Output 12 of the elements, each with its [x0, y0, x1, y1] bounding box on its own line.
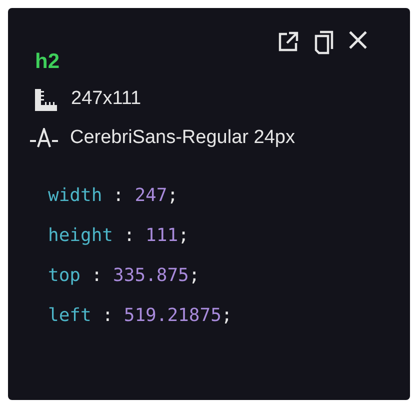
ruler-icon: [35, 88, 57, 110]
copy-icon[interactable]: [314, 30, 334, 55]
font-text: CerebriSans-Regular 24px: [70, 126, 295, 150]
css-declaration: left : 519.21875;: [48, 304, 232, 328]
element-tag: h2: [35, 49, 60, 76]
close-icon[interactable]: [348, 30, 368, 50]
external-link-icon[interactable]: [276, 30, 300, 54]
font-icon: [30, 128, 58, 148]
css-declaration: height : 111;: [48, 224, 189, 248]
css-declaration: top : 335.875;: [48, 264, 200, 288]
dimensions-text: 247x111: [71, 87, 142, 112]
css-declaration: width : 247;: [48, 184, 178, 208]
